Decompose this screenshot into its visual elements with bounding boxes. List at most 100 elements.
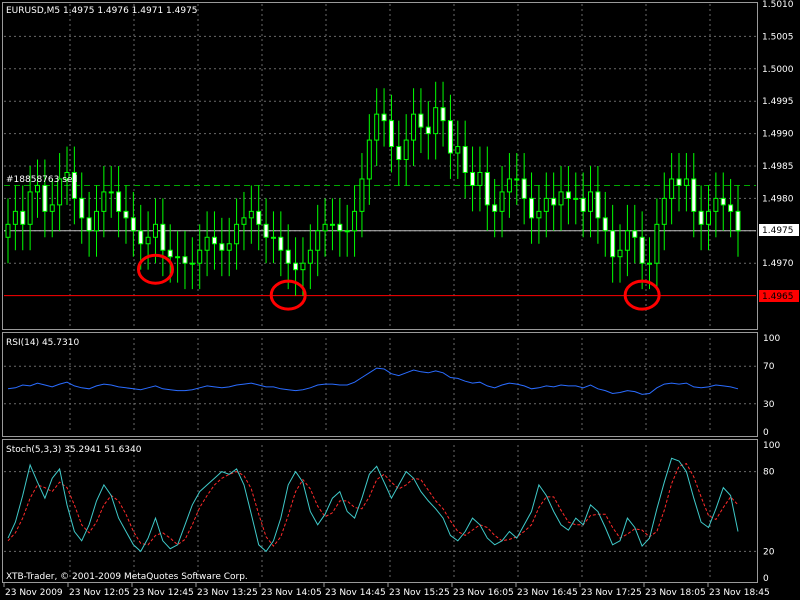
candle-body	[514, 178, 520, 181]
rsi-series-line	[7, 367, 739, 395]
indicator-tick-label: 0	[763, 574, 769, 584]
candle-body	[352, 210, 358, 232]
candle-body	[145, 236, 151, 245]
candle-body	[189, 262, 195, 265]
candle-body	[130, 217, 136, 232]
candle-body	[462, 146, 468, 173]
price-tick-label: 1.4970	[762, 259, 794, 269]
time-axis-label: 23 Nov 12:05	[69, 588, 130, 598]
time-axis-label: 23 Nov 16:05	[453, 588, 514, 598]
stoch-pane[interactable]: 100 80 20 0 Stoch(5,3,3) 35.2941 51.6340 XT…	[2, 439, 781, 585]
candle-body	[418, 113, 424, 128]
time-axis-label: 23 Nov 13:25	[197, 588, 258, 598]
candle-body	[506, 178, 512, 193]
candle-body	[440, 107, 446, 122]
candle-body	[256, 210, 262, 225]
candle-body	[300, 262, 306, 271]
trading-chart-window[interactable]: 1.5010 1.5005 1.5000 1.4995 1.4990 1.4985 1.49…	[0, 0, 800, 600]
candle-body	[573, 197, 579, 200]
candle-body	[381, 113, 387, 122]
candle-body	[632, 230, 638, 238]
candle-body	[595, 191, 601, 219]
price-tick-label: 1.4990	[762, 130, 794, 140]
price-tick-label: 1.4980	[762, 194, 794, 204]
candle-body	[411, 113, 417, 141]
indicator-tick-label: 70	[763, 362, 775, 372]
candle-body	[529, 197, 535, 219]
rsi-pane-frame	[2, 332, 758, 437]
support-price-tag: 1.4965	[762, 292, 794, 302]
price-tick-label: 1.5010	[762, 0, 794, 10]
candle-body	[152, 223, 158, 238]
candle-body	[234, 223, 240, 245]
candle-body	[521, 178, 527, 199]
candle-body	[728, 204, 734, 212]
time-axis-label: 23 Nov 18:05	[645, 588, 706, 598]
time-axis: 23 Nov 2009 23 Nov 12:05 23 Nov 12:45 23 No…	[3, 583, 770, 598]
candle-body	[706, 210, 712, 225]
candle-body	[241, 217, 247, 225]
candle-body	[278, 236, 284, 251]
candle-body	[713, 197, 719, 212]
stoch-axis-ticks: 100 80 20 0	[763, 441, 780, 584]
price-pane[interactable]: 1.5010 1.5005 1.5000 1.4995 1.4990 1.4985 1.49…	[2, 0, 800, 330]
candle-body	[167, 249, 173, 258]
indicator-tick-label: 0	[763, 428, 769, 438]
candle-body	[211, 236, 217, 245]
candle-body	[315, 230, 321, 251]
candle-body	[219, 243, 225, 251]
candle-body	[293, 262, 299, 271]
candle-body	[366, 139, 372, 180]
candle-body	[248, 210, 254, 219]
candle-body	[160, 223, 166, 251]
stoch-signal-line	[7, 462, 739, 547]
candle-body	[322, 223, 328, 232]
rsi-pane[interactable]: 100 70 30 0 RSI(14) 45.7310	[2, 332, 781, 439]
time-axis-label: 23 Nov 2009	[5, 588, 63, 598]
stoch-label: Stoch(5,3,3) 35.2941 51.6340	[6, 445, 142, 455]
order-label: #18858763 sell	[6, 175, 77, 185]
candle-body	[610, 230, 616, 258]
symbol-info-label: EURUSD,M5 1.4975 1.4976 1.4971 1.4975	[6, 6, 198, 16]
candle-body	[101, 191, 107, 212]
candle-body	[647, 262, 653, 265]
price-tick-label: 1.5005	[762, 32, 794, 42]
candle-body	[197, 249, 203, 264]
candle-body	[720, 197, 726, 206]
indicator-tick-label: 30	[763, 400, 775, 410]
candle-body	[551, 197, 557, 206]
time-axis-label: 23 Nov 14:45	[325, 588, 386, 598]
candle-body	[27, 191, 33, 225]
price-grid	[4, 4, 756, 328]
time-axis-label: 23 Nov 15:25	[389, 588, 450, 598]
low-markers	[136, 253, 661, 311]
candle-body	[403, 139, 409, 161]
current-price-tag: 1.4975	[762, 226, 794, 236]
candle-body	[565, 191, 571, 199]
price-tick-label: 1.5000	[762, 65, 794, 75]
time-axis-label: 23 Nov 12:45	[133, 588, 194, 598]
candle-body	[337, 223, 343, 232]
candle-body	[580, 197, 586, 212]
candle-body	[617, 249, 623, 258]
candle-body	[669, 178, 675, 199]
time-axis-label: 23 Nov 16:45	[517, 588, 578, 598]
time-axis-label: 23 Nov 18:45	[709, 588, 770, 598]
candle-body	[175, 256, 181, 259]
candle-body	[499, 191, 505, 212]
candle-body	[602, 217, 608, 232]
candle-body	[543, 197, 549, 212]
candle-body	[698, 210, 704, 225]
copyright-label: XTB-Trader, © 2001-2009 MetaQuotes Softw…	[6, 572, 248, 582]
candle-body	[12, 210, 18, 225]
candle-body	[204, 236, 210, 251]
candle-body	[34, 184, 40, 193]
candle-body	[307, 249, 313, 264]
candle-body	[536, 210, 542, 219]
candle-body	[263, 223, 269, 238]
candle-body	[588, 191, 594, 212]
candle-body	[86, 217, 92, 232]
candle-body	[108, 191, 114, 194]
indicator-tick-label: 100	[763, 441, 780, 451]
price-tick-label: 1.4985	[762, 162, 794, 172]
